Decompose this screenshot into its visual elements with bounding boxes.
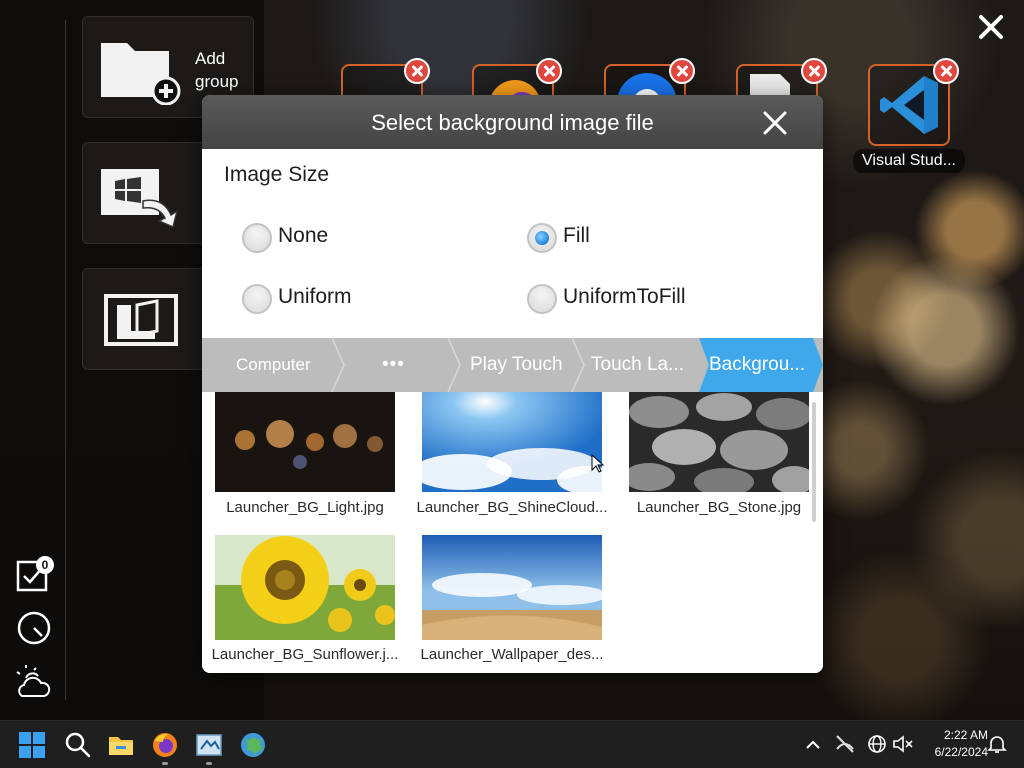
image-thumbnail-bg-light[interactable] — [215, 392, 395, 492]
file-explorer-icon[interactable] — [107, 731, 135, 759]
close-launcher-icon[interactable] — [972, 8, 1010, 46]
breadcrumb-separator — [571, 338, 585, 392]
windows-import-icon — [101, 169, 179, 229]
weather-app-icon[interactable] — [195, 731, 223, 759]
dialog-title: Select background image file — [371, 110, 654, 135]
radio-label: Fill — [563, 224, 590, 247]
breadcrumb-separator — [331, 338, 345, 392]
image-thumbnail-shine-cloud[interactable] — [422, 392, 602, 492]
radio-uniform[interactable]: Uniform — [242, 282, 402, 316]
radio-circle-checked — [527, 223, 557, 253]
select-background-dialog: Select background image file Image Size … — [202, 95, 823, 673]
clock-time: 2:22 AM — [943, 728, 988, 742]
image-name: Launcher_BG_Stone.jpg — [636, 499, 802, 516]
remove-app-icon[interactable] — [404, 58, 430, 84]
system-clock[interactable]: 2:22 AM 6/22/2024 — [916, 727, 988, 761]
clock-icon[interactable] — [14, 608, 54, 648]
radio-none[interactable]: None — [242, 221, 402, 255]
chevron-up-icon[interactable] — [803, 735, 823, 755]
running-indicator — [206, 762, 212, 765]
breadcrumb-item-background[interactable]: Backgrou... — [709, 338, 817, 392]
firefox-icon[interactable] — [151, 731, 179, 759]
windows-start-icon[interactable] — [19, 732, 45, 758]
radio-circle — [527, 284, 557, 314]
network-off-icon[interactable] — [834, 733, 856, 755]
radio-label: Uniform — [278, 285, 352, 308]
folder-add-icon — [101, 43, 181, 105]
image-thumbnail-wallpaper-desert[interactable] — [422, 535, 602, 640]
running-indicator — [162, 762, 168, 765]
taskbar: 2:22 AM 6/22/2024 — [0, 720, 1024, 768]
dialog-header: Select background image file — [202, 95, 823, 149]
breadcrumb: Computer ••• Play Touch Touch La... Back… — [202, 338, 823, 392]
side-divider — [65, 20, 66, 700]
radio-label: UniformToFill — [563, 285, 686, 308]
breadcrumb-item-play-touch[interactable]: Play Touch — [470, 338, 570, 392]
image-name: Launcher_BG_Light.jpg — [226, 499, 384, 516]
add-group-label: Add group — [195, 49, 239, 91]
image-thumbnail-sunflower[interactable] — [215, 535, 395, 640]
clock-date: 6/22/2024 — [934, 745, 988, 759]
image-gallery: Launcher_BG_Light.jpg Launcher_BG_ShineC… — [202, 392, 823, 673]
breadcrumb-item-more[interactable]: ••• — [382, 338, 422, 392]
open-book-icon — [104, 294, 178, 346]
globe-app-icon[interactable] — [239, 731, 267, 759]
radio-uniform-to-fill[interactable]: UniformToFill — [527, 282, 727, 316]
image-thumbnail-stone[interactable] — [629, 392, 809, 492]
search-icon[interactable] — [64, 731, 92, 759]
breadcrumb-item-computer[interactable]: Computer — [236, 338, 336, 392]
task-count-badge: 0 — [36, 556, 54, 574]
radio-circle — [242, 284, 272, 314]
dialog-close-icon[interactable] — [759, 107, 791, 139]
mouse-cursor-icon — [591, 454, 605, 473]
breadcrumb-item-touch-launcher[interactable]: Touch La... — [591, 338, 689, 392]
breadcrumb-separator — [447, 338, 461, 392]
image-size-heading: Image Size — [224, 163, 330, 186]
gallery-scrollbar[interactable] — [812, 402, 816, 522]
notification-icon[interactable] — [987, 734, 1007, 754]
vscode-icon — [880, 76, 938, 134]
remove-app-icon[interactable] — [801, 58, 827, 84]
globe-network-icon[interactable] — [866, 733, 888, 755]
app-label-visual-studio: Visual Stud... — [853, 149, 965, 173]
image-name: Launcher_Wallpaper_des... — [420, 646, 604, 663]
remove-app-icon[interactable] — [536, 58, 562, 84]
weather-icon[interactable] — [14, 664, 54, 704]
image-name: Launcher_BG_Sunflower.j... — [211, 646, 399, 663]
radio-label: None — [278, 224, 329, 247]
volume-muted-icon[interactable] — [892, 733, 914, 755]
remove-app-icon[interactable] — [669, 58, 695, 84]
radio-fill[interactable]: Fill — [527, 221, 687, 255]
radio-circle — [242, 223, 272, 253]
image-name: Launcher_BG_ShineCloud... — [416, 499, 608, 516]
remove-app-icon[interactable] — [933, 58, 959, 84]
